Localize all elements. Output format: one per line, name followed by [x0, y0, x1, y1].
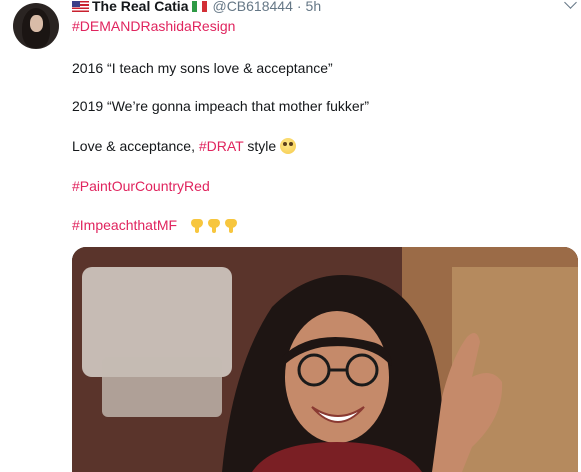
tweet[interactable]: The Real Catia @CB618444 · 5h #DEMANDRas… — [0, 0, 581, 472]
author-handle[interactable]: @CB618444 — [212, 0, 292, 14]
timestamp[interactable]: 5h — [306, 0, 322, 14]
pointing-down-emoji-icon — [224, 219, 237, 233]
us-flag-icon — [72, 0, 89, 12]
love-suffix: style — [243, 138, 277, 154]
italy-flag-icon — [192, 0, 208, 12]
tweet-text-love: Love & acceptance, #DRAT style — [72, 138, 297, 154]
tweet-text-2016: 2016 “I teach my sons love & acceptance” — [72, 60, 333, 76]
tweet-text-impeach: #ImpeachthatMF — [72, 217, 237, 233]
hashtag-impeach[interactable]: #ImpeachthatMF — [72, 217, 177, 233]
tweet-header: The Real Catia @CB618444 · 5h — [72, 0, 321, 16]
author-name[interactable]: The Real Catia — [92, 0, 188, 14]
chevron-down-icon[interactable] — [564, 0, 577, 9]
tweet-text-2019: 2019 “We’re gonna impeach that mother fu… — [72, 98, 370, 114]
avatar[interactable] — [13, 3, 59, 49]
pointing-down-emoji-icon — [190, 219, 203, 233]
hashtag-paint-red[interactable]: #PaintOurCountryRed — [72, 178, 210, 194]
photo-illustration — [72, 247, 578, 472]
hashtag-demand-resign[interactable]: #DEMANDRashidaResign — [72, 18, 235, 34]
tweet-photo[interactable] — [72, 247, 578, 472]
separator-dot: · — [296, 0, 302, 14]
pointing-down-emoji-icon — [207, 219, 220, 233]
love-text: Love & acceptance, — [72, 138, 199, 154]
avatar-face — [30, 15, 43, 32]
rolling-eyes-emoji-icon — [280, 138, 297, 154]
hashtag-drat[interactable]: #DRAT — [199, 138, 244, 154]
